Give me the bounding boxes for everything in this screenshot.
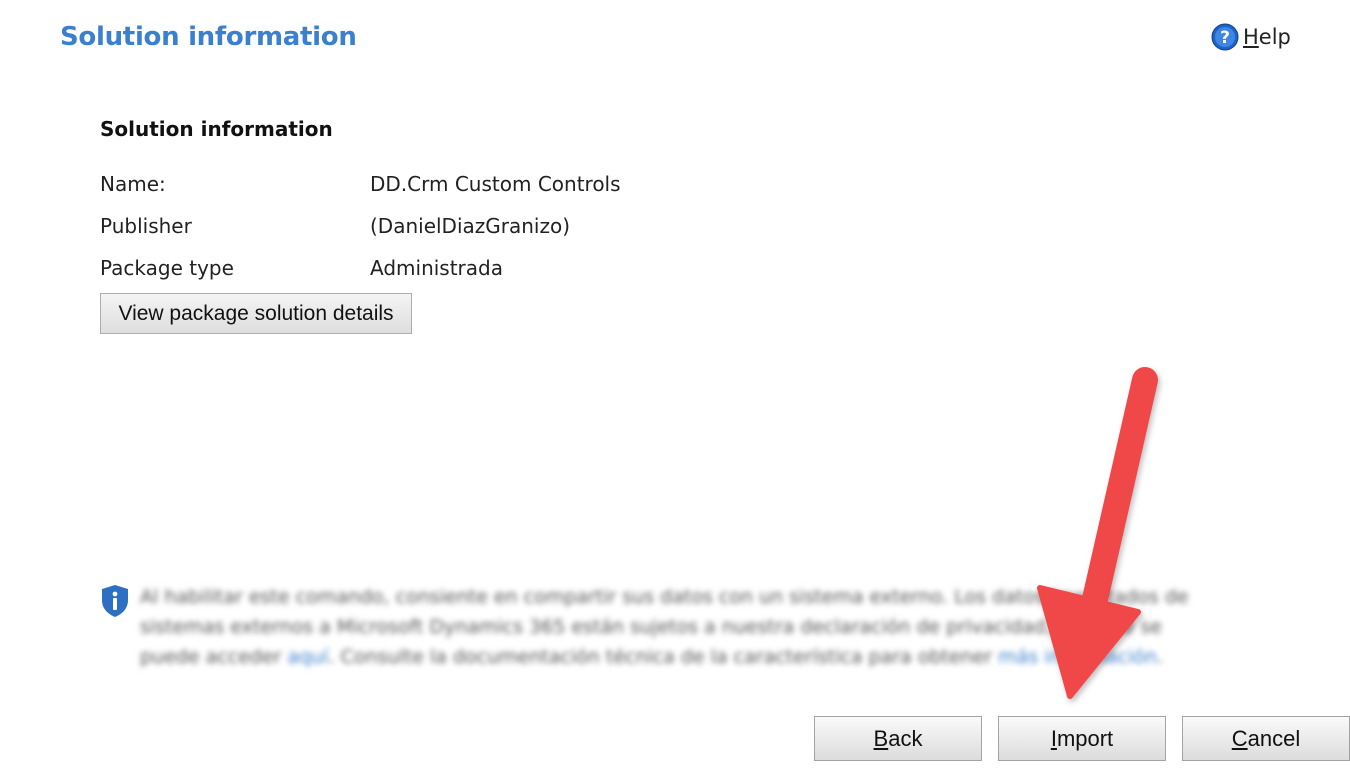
info-row-publisher: Publisher (DanielDiazGranizo) <box>100 212 570 240</box>
name-value: DD.Crm Custom Controls <box>370 172 621 196</box>
notice-text: Al habilitar este comando, consiente en … <box>140 586 1189 668</box>
help-icon: ? <box>1211 23 1239 51</box>
info-row-name: Name: DD.Crm Custom Controls <box>100 170 621 198</box>
import-button[interactable]: Import <box>998 716 1166 761</box>
name-label: Name: <box>100 172 166 196</box>
notice-link-here[interactable]: aquí <box>287 646 328 668</box>
svg-text:?: ? <box>1220 28 1230 48</box>
publisher-label: Publisher <box>100 214 192 238</box>
publisher-value: (DanielDiazGranizo) <box>370 214 571 238</box>
page-title: Solution information <box>60 22 357 52</box>
notice-link-more-info[interactable]: más información <box>998 646 1157 668</box>
back-button[interactable]: Back <box>814 716 982 761</box>
shield-info-icon <box>102 585 128 617</box>
view-package-details-button[interactable]: View package solution details <box>100 293 412 334</box>
cancel-button[interactable]: Cancel <box>1182 716 1350 761</box>
package-type-label: Package type <box>100 256 234 280</box>
package-type-value: Administrada <box>370 256 503 280</box>
section-heading: Solution information <box>100 117 333 141</box>
help-label: Help <box>1243 25 1291 49</box>
help-link[interactable]: ? Help <box>1211 22 1291 52</box>
info-row-package-type: Package type Administrada <box>100 254 503 282</box>
